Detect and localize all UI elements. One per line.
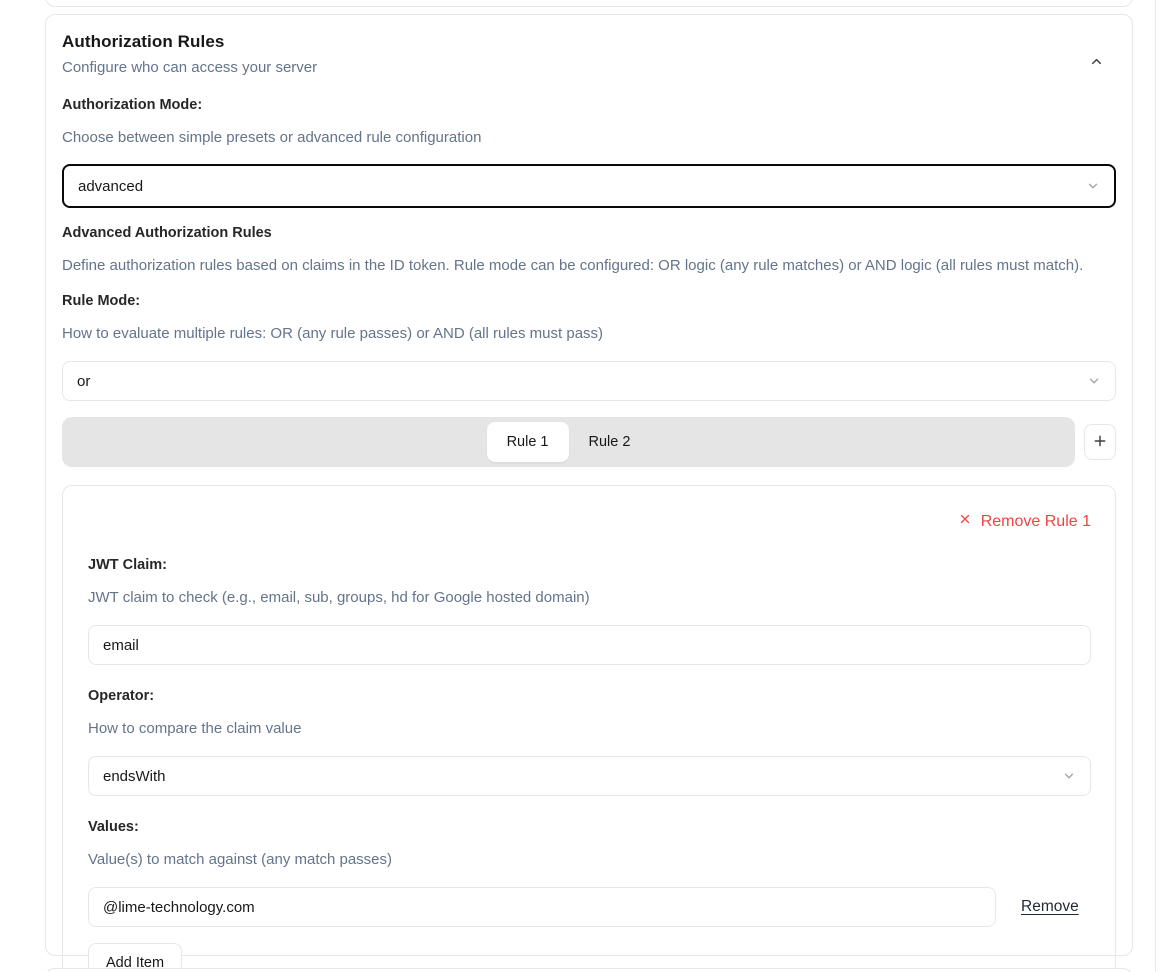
section-header: Authorization Rules Configure who can ac… xyxy=(62,30,1116,80)
rule-1-panel: Remove Rule 1 JWT Claim: JWT claim to ch… xyxy=(62,485,1116,972)
authorization-mode-label: Authorization Mode: xyxy=(62,95,1116,115)
previous-section-card xyxy=(45,0,1133,7)
tab-rule-1[interactable]: Rule 1 xyxy=(487,422,569,462)
rule-tablist: Rule 1 Rule 2 xyxy=(62,417,1075,467)
advanced-rules-description: Define authorization rules based on clai… xyxy=(62,256,1116,276)
values-description: Value(s) to match against (any match pas… xyxy=(88,850,1091,870)
add-rule-button[interactable] xyxy=(1084,424,1116,460)
operator-description: How to compare the claim value xyxy=(88,719,1091,739)
rule-mode-value: or xyxy=(77,373,90,390)
next-section-card xyxy=(45,968,1133,972)
plus-icon xyxy=(1092,433,1108,452)
remove-value-link[interactable]: Remove xyxy=(1021,898,1079,916)
section-header-text: Authorization Rules Configure who can ac… xyxy=(62,30,317,78)
remove-rule-button[interactable]: Remove Rule 1 xyxy=(958,512,1091,532)
operator-value: endsWith xyxy=(103,768,166,785)
chevron-down-icon xyxy=(1087,374,1101,388)
settings-page: Authorization Rules Configure who can ac… xyxy=(0,0,1162,972)
chevron-up-icon xyxy=(1089,54,1104,72)
advanced-rules-heading: Advanced Authorization Rules xyxy=(62,223,1116,243)
scrollbar-track[interactable] xyxy=(1155,0,1156,972)
authorization-mode-value: advanced xyxy=(78,178,143,195)
operator-select[interactable]: endsWith xyxy=(88,756,1091,796)
remove-rule-label: Remove Rule 1 xyxy=(981,512,1091,532)
section-subtitle: Configure who can access your server xyxy=(62,58,317,78)
jwt-claim-label: JWT Claim: xyxy=(88,555,1091,575)
rule-tabs-row: Rule 1 Rule 2 xyxy=(62,417,1116,467)
jwt-claim-input[interactable] xyxy=(88,625,1091,665)
collapse-section-button[interactable] xyxy=(1081,46,1112,80)
authorization-mode-description: Choose between simple presets or advance… xyxy=(62,128,1116,148)
rule-mode-label: Rule Mode: xyxy=(62,291,1116,311)
chevron-down-icon xyxy=(1086,179,1100,193)
operator-label: Operator: xyxy=(88,686,1091,706)
jwt-claim-description: JWT claim to check (e.g., email, sub, gr… xyxy=(88,588,1091,608)
tab-rule-2[interactable]: Rule 2 xyxy=(569,422,651,462)
section-title: Authorization Rules xyxy=(62,30,317,54)
remove-rule-row: Remove Rule 1 xyxy=(88,512,1091,532)
authorization-rules-card: Authorization Rules Configure who can ac… xyxy=(45,14,1133,956)
value-input[interactable] xyxy=(88,887,996,927)
x-icon xyxy=(958,512,972,532)
values-label: Values: xyxy=(88,817,1091,837)
value-item-row: Remove xyxy=(88,887,1091,927)
rule-mode-select[interactable]: or xyxy=(62,361,1116,401)
rule-mode-description: How to evaluate multiple rules: OR (any … xyxy=(62,324,1116,344)
chevron-down-icon xyxy=(1062,769,1076,783)
authorization-mode-select[interactable]: advanced xyxy=(62,164,1116,208)
